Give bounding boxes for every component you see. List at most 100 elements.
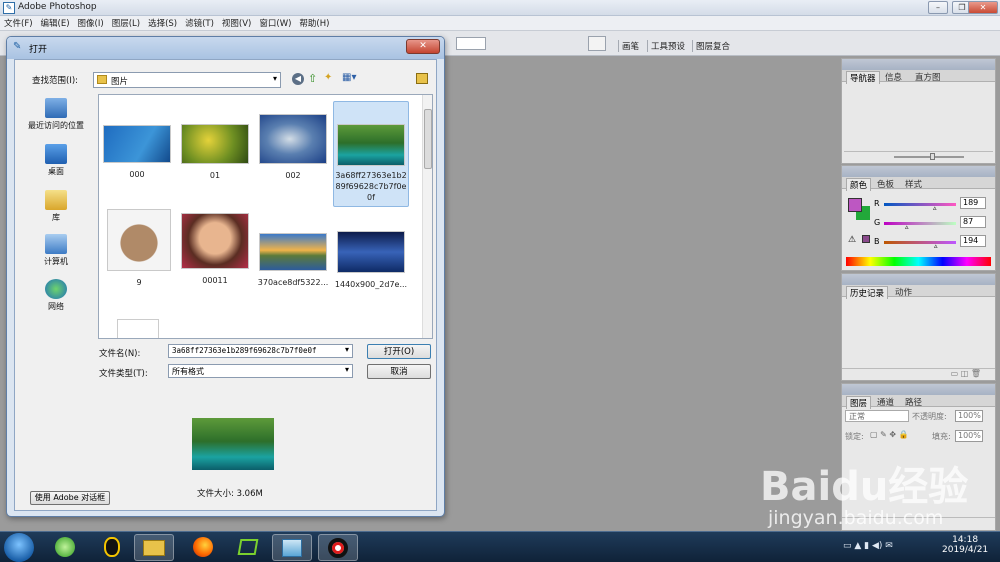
open-button[interactable]: 打开(O) — [367, 344, 431, 359]
fill-field[interactable]: 100% — [955, 430, 983, 442]
menu-help[interactable]: 帮助(H) — [295, 16, 333, 30]
tab-swatches[interactable]: 色板 — [874, 178, 897, 190]
folder-tool-icon[interactable] — [416, 73, 428, 84]
lock-icons[interactable]: ▢ ✎ ✥ 🔒 — [870, 430, 909, 439]
taskbar-app-media-player[interactable] — [228, 534, 268, 561]
panel-header[interactable] — [842, 384, 995, 395]
file-list-scrollbar[interactable] — [422, 95, 432, 338]
color-spectrum-bar[interactable] — [846, 257, 991, 266]
qq-icon — [104, 537, 120, 557]
taskbar: ▭ ▲ ▮ ◀) ✉ 14:18 2019/4/21 — [0, 531, 1000, 562]
preview-image — [192, 418, 274, 470]
taskbar-app-360-browser[interactable] — [45, 534, 85, 561]
file-item[interactable]: 370ace8df5322... — [255, 233, 331, 288]
file-item[interactable]: 000 — [99, 125, 175, 180]
place-libraries[interactable]: 库 — [23, 190, 89, 223]
place-desktop[interactable]: 桌面 — [23, 144, 89, 177]
place-network[interactable]: 网络 — [23, 279, 89, 312]
menu-edit[interactable]: 编辑(E) — [37, 16, 74, 30]
up-folder-icon[interactable]: ⇧ — [308, 72, 317, 85]
g-slider-handle[interactable]: ▵ — [905, 223, 909, 231]
dialog-title: 打开 — [29, 45, 48, 55]
tab-actions[interactable]: 动作 — [892, 286, 915, 298]
look-in-label: 查找范围(I): — [32, 76, 79, 86]
menu-layer[interactable]: 图层(L) — [108, 16, 144, 30]
r-slider[interactable] — [884, 203, 956, 206]
browser-icon — [55, 537, 75, 557]
panel-header[interactable] — [842, 166, 995, 177]
taskbar-app-file-explorer[interactable] — [134, 534, 174, 561]
file-item-selected[interactable]: 3a68ff27363e1b289f69628c7b7f0e0f — [333, 101, 409, 207]
menu-image[interactable]: 图像(I) — [74, 16, 108, 30]
place-computer[interactable]: 计算机 — [23, 234, 89, 267]
tab-histogram[interactable]: 直方图 — [912, 71, 944, 83]
b-slider[interactable] — [884, 241, 956, 244]
file-list[interactable]: 000 01 002 3a68ff27363e1b289f69628c7b7f0… — [98, 94, 433, 339]
panel-header[interactable] — [842, 274, 995, 285]
place-recent[interactable]: 最近访问的位置 — [23, 98, 89, 131]
tab-layer-comps[interactable]: 图层复合 — [692, 40, 733, 52]
foreground-color-swatch[interactable] — [848, 198, 862, 212]
start-orb-icon[interactable] — [4, 533, 34, 562]
filetype-select[interactable]: 所有格式 ▾ — [168, 364, 353, 378]
r-slider-handle[interactable]: ▵ — [933, 204, 937, 212]
b-slider-handle[interactable]: ▵ — [934, 242, 938, 250]
tab-color[interactable]: 颜色 — [846, 178, 872, 191]
panel-header[interactable] — [842, 59, 995, 70]
taskbar-app-photoshop[interactable] — [272, 534, 312, 561]
place-label: 库 — [52, 213, 60, 222]
cancel-button[interactable]: 取消 — [367, 364, 431, 379]
new-folder-icon[interactable]: ✦ — [324, 72, 332, 83]
taskbar-app-firefox[interactable] — [183, 534, 223, 561]
back-icon[interactable]: ◀ — [292, 73, 304, 85]
watermark-url: jingyan.baidu.com — [768, 507, 944, 529]
photoshop-app-icon: ✎ — [3, 2, 15, 14]
use-adobe-dialog-button[interactable]: 使用 Adobe 对话框 — [30, 491, 110, 505]
opacity-field[interactable]: 100% — [955, 410, 983, 422]
look-in-select[interactable]: 图片 ▾ — [93, 72, 281, 88]
blend-mode-value: 正常 — [849, 412, 865, 421]
blank-file-icon[interactable] — [117, 319, 159, 338]
close-app-button[interactable]: ✕ — [968, 1, 998, 14]
tab-tool-presets[interactable]: 工具预设 — [647, 40, 688, 52]
g-value[interactable]: 87 — [960, 216, 986, 228]
tab-history[interactable]: 历史记录 — [846, 286, 889, 299]
file-name: 00011 — [202, 276, 228, 285]
options-field[interactable] — [456, 37, 486, 50]
menu-select[interactable]: 选择(S) — [144, 16, 181, 30]
gamut-color-swatch[interactable] — [862, 235, 870, 243]
tab-brushes[interactable]: 画笔 — [618, 40, 642, 52]
view-menu-icon[interactable]: ▦▾ — [342, 72, 356, 83]
taskbar-app-screen-recorder[interactable] — [318, 534, 358, 561]
clock[interactable]: 14:18 2019/4/21 — [942, 535, 988, 555]
r-value[interactable]: 189 — [960, 197, 986, 209]
menu-window[interactable]: 窗口(W) — [255, 16, 295, 30]
tray-icons[interactable]: ▭ ▲ ▮ ◀) ✉ — [843, 541, 893, 551]
file-item[interactable]: 9 — [101, 209, 177, 288]
tab-navigator[interactable]: 导航器 — [846, 71, 880, 84]
file-item[interactable]: 01 — [177, 124, 253, 181]
b-value[interactable]: 194 — [960, 235, 986, 247]
menu-file[interactable]: 文件(F) — [0, 16, 37, 30]
tab-channels[interactable]: 通道 — [874, 396, 897, 408]
tab-layers[interactable]: 图层 — [846, 396, 872, 409]
blend-mode-select[interactable]: 正常 — [845, 410, 909, 422]
tab-info[interactable]: 信息 — [882, 71, 905, 83]
dialog-title-bar[interactable]: ✎ 打开 ✕ — [7, 37, 444, 59]
file-item[interactable]: 00011 — [177, 213, 253, 286]
scrollbar-thumb[interactable] — [424, 109, 432, 169]
filename-input[interactable]: 3a68ff27363e1b289f69628c7b7f0e0f ▾ — [168, 344, 353, 358]
tab-styles[interactable]: 样式 — [902, 178, 925, 190]
menu-view[interactable]: 视图(V) — [218, 16, 255, 30]
palette-well-icon[interactable] — [588, 36, 606, 51]
file-thumbnail — [337, 124, 405, 166]
file-item[interactable]: 1440x900_2d7e... — [333, 231, 409, 290]
taskbar-app-qq[interactable] — [92, 534, 132, 561]
minimize-button[interactable]: – — [928, 1, 948, 14]
g-slider[interactable] — [884, 222, 956, 225]
menu-filter[interactable]: 滤镜(T) — [181, 16, 218, 30]
tab-paths[interactable]: 路径 — [902, 396, 925, 408]
zoom-slider[interactable] — [844, 151, 993, 161]
file-item[interactable]: 002 — [255, 114, 331, 181]
dialog-close-button[interactable]: ✕ — [406, 39, 440, 54]
